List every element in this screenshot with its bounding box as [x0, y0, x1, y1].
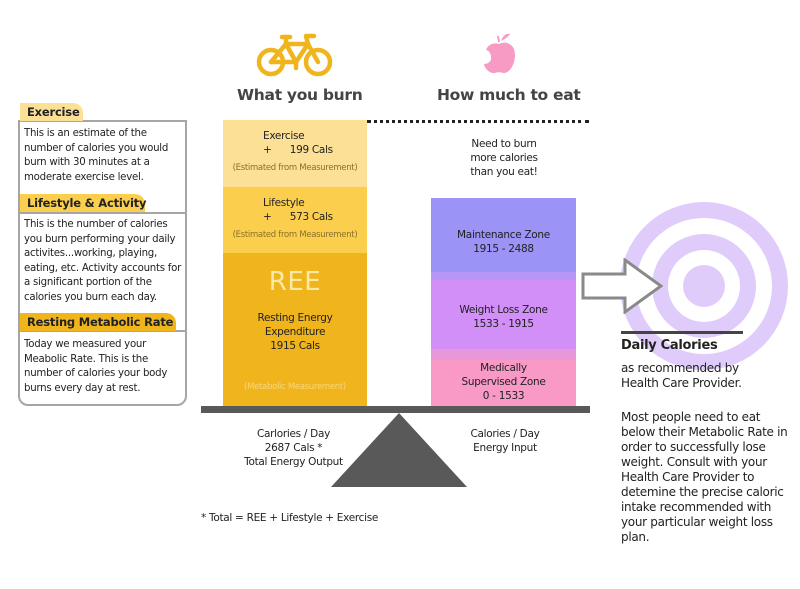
ree-line2: Expenditure	[264, 326, 326, 338]
weight-loss-zone-range: 1533 - 1915	[473, 318, 534, 330]
ree-note: (Metabolic Measurement)	[244, 382, 346, 392]
exercise-segment: Exercise + 199 Cals (Estimated from Meas…	[223, 120, 367, 187]
lifestyle-segment: Lifestyle + 573 Cals (Estimated from Mea…	[223, 187, 367, 253]
ree-big-label: REE	[268, 267, 322, 297]
ree-line1: Resting Energy	[257, 312, 333, 324]
apple-icon	[484, 33, 515, 74]
burn-more-message: Need to burn more calories than you eat!	[445, 137, 563, 179]
energy-input-caption: Calories / Day Energy Input	[455, 427, 555, 455]
input-caption-line-1: Calories / Day	[470, 428, 540, 440]
maintenance-zone-range: 1915 - 2488	[473, 243, 534, 255]
exercise-label: Exercise	[263, 130, 305, 142]
weight-loss-zone-name: Weight Loss Zone	[459, 304, 548, 316]
zone-transition-2	[431, 349, 576, 360]
exercise-value: + 199 Cals	[263, 144, 333, 156]
message-line-3: than you eat!	[470, 166, 538, 178]
daily-calories-subtitle-2: Health Care Provider.	[621, 376, 742, 390]
maintenance-zone: Maintenance Zone 1915 - 2488	[431, 198, 576, 272]
medical-zone-range: 0 - 1533	[482, 390, 525, 402]
daily-calories-subtitle-1: as recommended by	[621, 361, 739, 375]
medical-zone-name-1: Medically	[480, 362, 527, 374]
exercise-tab: Exercise	[20, 103, 83, 121]
message-line-2: more calories	[470, 152, 538, 164]
daily-calories-body: Most people need to eat below their Meta…	[621, 410, 788, 544]
weight-loss-zone: Weight Loss Zone 1533 - 1915	[431, 280, 576, 349]
how-much-to-eat-heading: How much to eat	[437, 86, 581, 104]
daily-calories-title: Daily Calories	[621, 338, 718, 353]
lifestyle-description: This is the number of calories you burn …	[24, 219, 182, 303]
output-caption-line-1: Carlories / Day	[256, 428, 331, 440]
message-line-1: Need to burn	[471, 138, 537, 150]
daily-calories-rule	[621, 331, 743, 334]
lifestyle-tab: Lifestyle & Activity	[20, 194, 146, 212]
energy-output-caption: Carlories / Day 2687 Cals * Total Energy…	[236, 427, 351, 469]
lifestyle-note: (Estimated from Measurement)	[232, 230, 358, 240]
exercise-note: (Estimated from Measurement)	[232, 163, 358, 173]
total-footnote: * Total = REE + Lifestyle + Exercise	[201, 512, 379, 524]
output-caption-line-3: Total Energy Output	[244, 456, 343, 468]
zone-transition-1	[431, 272, 576, 280]
output-caption-line-2: 2687 Cals *	[264, 442, 323, 454]
scale-fulcrum	[331, 413, 467, 487]
bicycle-icon	[256, 33, 333, 77]
dotted-divider	[367, 120, 589, 123]
medical-zone: Medically Supervised Zone 0 - 1533	[431, 360, 576, 406]
arrow-right-icon	[581, 258, 663, 314]
input-caption-line-2: Energy Input	[473, 442, 537, 454]
lifestyle-label: Lifestyle	[263, 197, 305, 209]
maintenance-zone-name: Maintenance Zone	[457, 229, 550, 241]
ree-value: 1915 Cals	[270, 340, 320, 352]
ree-segment: REE Resting Energy Expenditure 1915 Cals…	[223, 253, 367, 406]
rmr-tab: Resting Metabolic Rate	[20, 313, 176, 331]
medical-zone-name-2: Supervised Zone	[461, 376, 546, 388]
rmr-description: Today we measured your Meabolic Rate. Th…	[24, 339, 168, 394]
scale-beam	[201, 406, 590, 413]
what-you-burn-heading: What you burn	[237, 86, 363, 104]
lifestyle-value: + 573 Cals	[263, 211, 333, 223]
exercise-description: This is an estimate of the number of cal…	[24, 128, 169, 183]
